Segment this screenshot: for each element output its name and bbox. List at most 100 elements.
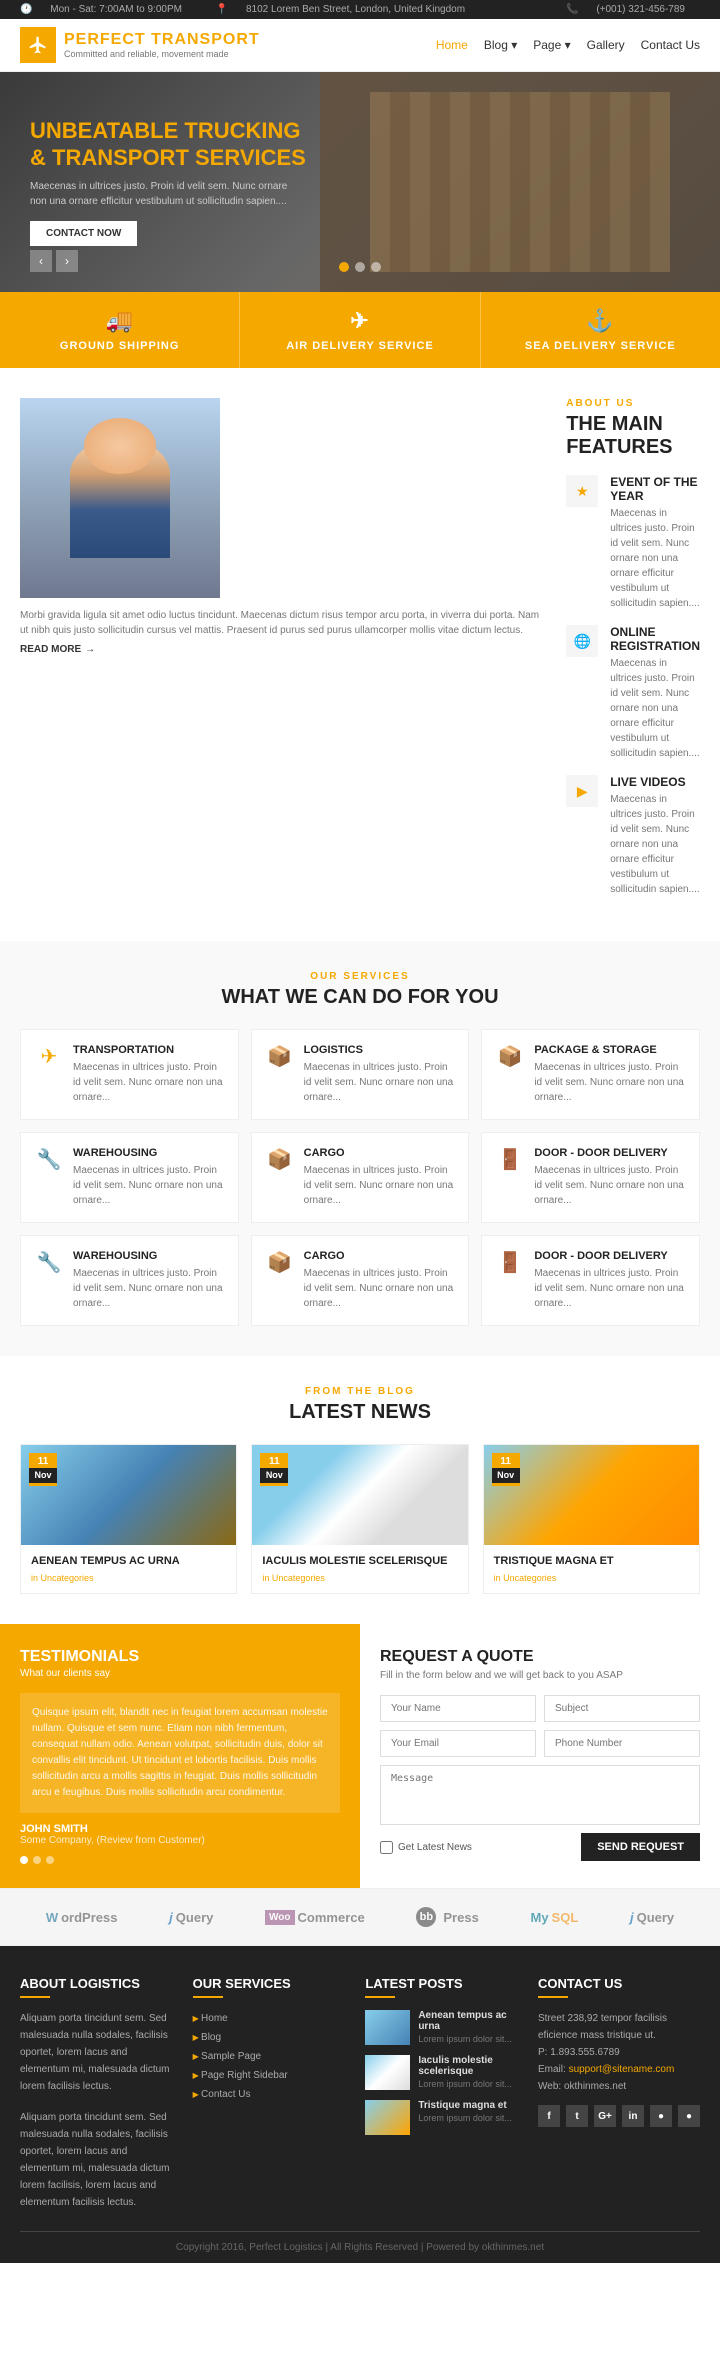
quote-form-footer: Get Latest News SEND REQUEST [380, 1833, 700, 1861]
quote-newsletter-checkbox[interactable] [380, 1841, 393, 1854]
card-ware2-title: WAREHOUSING [73, 1250, 224, 1262]
card-door2-title: DOOR - DOOR DELIVERY [534, 1250, 685, 1262]
service-card-door1[interactable]: 🚪 DOOR - DOOR DELIVERY Maecenas in ultri… [481, 1132, 700, 1223]
testimonials-side: TESTIMONIALS What our clients say Quisqu… [0, 1624, 360, 1888]
nav-gallery[interactable]: Gallery [587, 38, 625, 52]
news-card-3[interactable]: 11 Nov TRISTIQUE MAGNA ET in Uncategorie… [483, 1444, 700, 1594]
testi-dot-3[interactable] [46, 1856, 54, 1864]
footer-contact-address: Street 238,92 tempor facilisis eficience… [538, 2010, 700, 2044]
social-google-plus[interactable]: G+ [594, 2105, 616, 2127]
logo-sub: Committed and reliable, movement made [64, 49, 260, 59]
news-img-3: 11 Nov [484, 1445, 699, 1545]
social-linkedin[interactable]: in [622, 2105, 644, 2127]
hero-content: UNBEATABLE TRUCKING & TRANSPORT SERVICES… [30, 118, 306, 246]
service-card-warehousing2[interactable]: 🔧 WAREHOUSING Maecenas in ultrices justo… [20, 1235, 239, 1326]
footer-post-img-3 [365, 2100, 410, 2135]
nav-contact[interactable]: Contact Us [641, 38, 700, 52]
hero-dot-2[interactable] [355, 262, 365, 272]
quote-subject-input[interactable] [544, 1695, 700, 1722]
service-card-package[interactable]: 📦 PACKAGE & STORAGE Maecenas in ultrices… [481, 1029, 700, 1120]
footer-link-blog[interactable]: Blog [193, 2032, 221, 2043]
footer-post-date-2: Lorem ipsum dolor sit... [418, 2079, 518, 2089]
play-icon: ▶ [566, 775, 598, 807]
hero-dots [339, 262, 381, 272]
feature-vid-title: LIVE VIDEOS [610, 775, 700, 789]
header: PERFECT TRANSPORT Committed and reliable… [0, 19, 720, 72]
service-card-transportation[interactable]: ✈ TRANSPORTATION Maecenas in ultrices ju… [20, 1029, 239, 1120]
service-card-logistics[interactable]: 📦 LOGISTICS Maecenas in ultrices justo. … [251, 1029, 470, 1120]
news-card-1[interactable]: 11 Nov AENEAN TEMPUS AC URNA in Uncatego… [20, 1444, 237, 1594]
main-nav: Home Blog ▾ Page ▾ Gallery Contact Us [436, 38, 700, 52]
hero-section: UNBEATABLE TRUCKING & TRANSPORT SERVICES… [0, 72, 720, 292]
service-sea[interactable]: ⚓ SEA DELIVERY SERVICE [481, 292, 720, 368]
quote-phone-input[interactable] [544, 1730, 700, 1757]
service-card-cargo2[interactable]: 📦 CARGO Maecenas in ultrices justo. Proi… [251, 1235, 470, 1326]
testi-label: TESTIMONIALS [20, 1648, 340, 1666]
footer-link-sample[interactable]: Sample Page [193, 2051, 261, 2062]
phone-text: (+001) 321-456-789 [596, 4, 685, 15]
globe-icon: 🌐 [566, 625, 598, 657]
footer-posts-title: LATEST POSTS [365, 1976, 518, 1998]
quote-email-input[interactable] [380, 1730, 536, 1757]
news-img-1: 11 Nov [21, 1445, 236, 1545]
social-twitter[interactable]: t [566, 2105, 588, 2127]
transport-icon: ✈ [35, 1044, 63, 1069]
address-text: 8102 Lorem Ben Street, London, United Ki… [246, 4, 465, 15]
footer-services-col: OUR SERVICES Home Blog Sample Page Page … [193, 1976, 346, 2211]
footer-link-home[interactable]: Home [193, 2013, 228, 2024]
nav-home[interactable]: Home [436, 38, 468, 52]
logistics-icon: 📦 [266, 1044, 294, 1069]
hero-next-button[interactable]: › [56, 250, 78, 272]
testi-dot-2[interactable] [33, 1856, 41, 1864]
footer-email-link[interactable]: support@sitename.com [569, 2064, 675, 2075]
hero-cta-button[interactable]: CONTACT NOW [30, 221, 137, 246]
news-title-3: TRISTIQUE MAGNA ET [494, 1555, 689, 1567]
footer-link-page-right[interactable]: Page Right Sidebar [193, 2070, 288, 2081]
testi-company: Some Company, (Review from Customer) [20, 1835, 340, 1846]
news-date-3: 11 Nov [492, 1453, 520, 1486]
footer-post-3[interactable]: Tristique magna et Lorem ipsum dolor sit… [365, 2100, 518, 2135]
testi-text: Quisque ipsum elit, blandit nec in feugi… [20, 1693, 340, 1813]
testi-dots [20, 1856, 340, 1864]
social-pinterest[interactable]: ● [650, 2105, 672, 2127]
quote-message-input[interactable] [380, 1765, 700, 1825]
footer-link-contact[interactable]: Contact Us [193, 2089, 251, 2100]
quote-name-row [380, 1695, 700, 1722]
ground-label: GROUND SHIPPING [10, 340, 229, 352]
service-air[interactable]: ✈ AIR DELIVERY SERVICE [240, 292, 480, 368]
nav-page[interactable]: Page ▾ [533, 38, 570, 52]
partners-section: WordPress jQuery WooCommerce bbPress MyS… [0, 1888, 720, 1946]
air-label: AIR DELIVERY SERVICE [250, 340, 469, 352]
about-content: ABOUT US THE MAIN FEATURES ★ EVENT OF TH… [566, 398, 700, 911]
quote-submit-button[interactable]: SEND REQUEST [581, 1833, 700, 1861]
feature-videos: ▶ LIVE VIDEOS Maecenas in ultrices justo… [566, 775, 700, 897]
package-icon: 📦 [496, 1044, 524, 1069]
feature-reg-title: ONLINE REGISTRATION [610, 625, 700, 653]
read-more-link[interactable]: READ MORE → [20, 644, 95, 655]
service-card-cargo1[interactable]: 📦 CARGO Maecenas in ultrices justo. Proi… [251, 1132, 470, 1223]
warehouse-icon-2: 🔧 [35, 1250, 63, 1275]
footer-post-1[interactable]: Aenean tempus ac urna Lorem ipsum dolor … [365, 2010, 518, 2045]
quote-name-input[interactable] [380, 1695, 536, 1722]
feature-registration: 🌐 ONLINE REGISTRATION Maecenas in ultric… [566, 625, 700, 761]
social-rss[interactable]: ● [678, 2105, 700, 2127]
nav-blog[interactable]: Blog ▾ [484, 38, 517, 52]
quote-newsletter-label[interactable]: Get Latest News [380, 1841, 472, 1854]
footer-bottom: Copyright 2016, Perfect Logistics | All … [20, 2231, 700, 2253]
service-card-warehousing1[interactable]: 🔧 WAREHOUSING Maecenas in ultrices justo… [20, 1132, 239, 1223]
card-transport-title: TRANSPORTATION [73, 1044, 224, 1056]
hero-prev-button[interactable]: ‹ [30, 250, 52, 272]
service-ground[interactable]: 🚚 GROUND SHIPPING [0, 292, 240, 368]
hero-desc: Maecenas in ultrices justo. Proin id vel… [30, 179, 290, 209]
social-facebook[interactable]: f [538, 2105, 560, 2127]
news-grid: 11 Nov AENEAN TEMPUS AC URNA in Uncatego… [20, 1444, 700, 1594]
news-card-2[interactable]: 11 Nov IACULIS MOLESTIE SCELERISQUE in U… [251, 1444, 468, 1594]
service-card-door2[interactable]: 🚪 DOOR - DOOR DELIVERY Maecenas in ultri… [481, 1235, 700, 1326]
hero-dot-1[interactable] [339, 262, 349, 272]
news-cat-1: in Uncategories [31, 1573, 226, 1583]
testi-dot-1[interactable] [20, 1856, 28, 1864]
hero-dot-3[interactable] [371, 262, 381, 272]
card-transport-desc: Maecenas in ultrices justo. Proin id vel… [73, 1060, 224, 1105]
quote-form: Get Latest News SEND REQUEST [380, 1695, 700, 1861]
footer-post-2[interactable]: Iaculis molestie scelerisque Lorem ipsum… [365, 2055, 518, 2090]
